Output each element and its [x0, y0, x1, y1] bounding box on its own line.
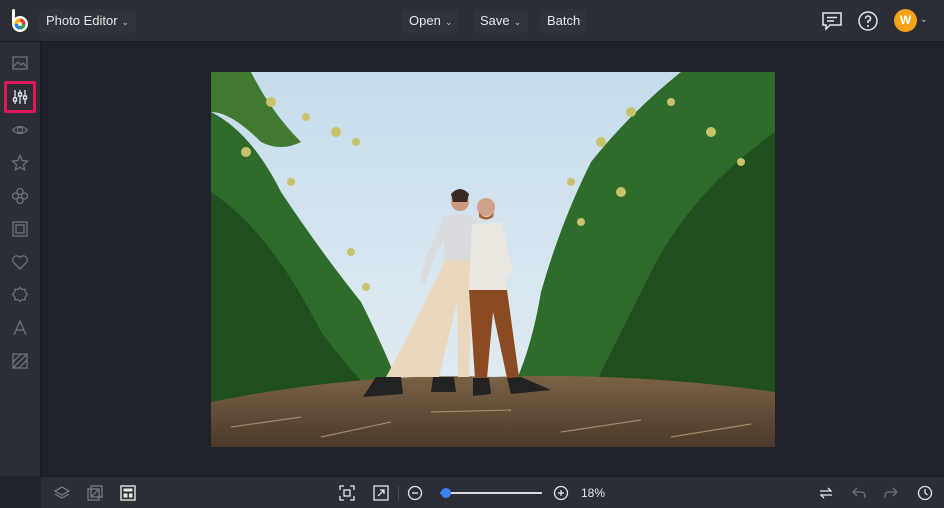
- text-icon: [13, 319, 27, 336]
- transparency-icon[interactable]: [87, 485, 103, 501]
- sidebar-item-texture[interactable]: [4, 345, 36, 377]
- chevron-down-icon[interactable]: ⌄: [920, 14, 928, 25]
- app-menu-label: Photo Editor: [46, 13, 118, 28]
- open-button[interactable]: Open ⌄: [402, 9, 460, 33]
- chevron-down-icon: ⌄: [121, 17, 130, 27]
- sidebar-item-overlays[interactable]: [4, 180, 36, 212]
- badge-icon: [11, 286, 29, 303]
- batch-button[interactable]: Batch: [540, 9, 588, 33]
- zoom-level: 18%: [581, 486, 606, 500]
- photo-editor-app: Photo Editor ⌄ Open ⌄ Save ⌄ Batch W ⌄ 1…: [0, 0, 944, 508]
- user-avatar[interactable]: W: [894, 9, 917, 32]
- layout-icon[interactable]: [120, 485, 136, 501]
- chevron-down-icon: ⌄: [513, 17, 522, 27]
- divider: [398, 486, 399, 500]
- sidebar-item-adjustments[interactable]: [4, 81, 36, 113]
- history-icon[interactable]: [917, 485, 933, 501]
- fit-to-screen-icon[interactable]: [339, 485, 355, 501]
- sidebar-item-text[interactable]: [4, 312, 36, 344]
- overlays-icon: [11, 187, 29, 205]
- tool-sidebar: [0, 42, 41, 476]
- editing-canvas[interactable]: [41, 42, 944, 476]
- sidebar-item-image[interactable]: [4, 47, 36, 79]
- top-bar: Photo Editor ⌄ Open ⌄ Save ⌄ Batch W ⌄: [0, 0, 944, 42]
- photo-image: [211, 72, 775, 447]
- batch-label: Batch: [547, 13, 581, 28]
- save-button[interactable]: Save ⌄: [473, 9, 529, 33]
- befunky-logo-icon[interactable]: [8, 8, 32, 34]
- app-menu-dropdown[interactable]: Photo Editor ⌄: [39, 9, 137, 33]
- adjustments-icon: [12, 90, 28, 104]
- sidebar-item-badge[interactable]: [4, 279, 36, 311]
- help-icon[interactable]: [856, 9, 880, 33]
- layers-icon[interactable]: [53, 485, 71, 501]
- zoom-slider[interactable]: [440, 488, 542, 498]
- avatar-initial: W: [899, 13, 912, 27]
- eye-icon: [11, 125, 29, 135]
- zoom-in-icon[interactable]: [553, 485, 569, 501]
- photo-preview[interactable]: [211, 72, 775, 447]
- zoom-out-icon[interactable]: [407, 485, 423, 501]
- save-label: Save: [480, 13, 510, 28]
- compare-icon[interactable]: [818, 485, 834, 501]
- sidebar-item-heart[interactable]: [4, 246, 36, 278]
- bottom-toolbar: 18%: [41, 476, 944, 508]
- undo-icon[interactable]: [851, 485, 867, 501]
- image-icon: [12, 56, 28, 70]
- heart-icon: [12, 255, 28, 270]
- chevron-down-icon: ⌄: [444, 17, 453, 27]
- sidebar-item-star[interactable]: [4, 147, 36, 179]
- feedback-icon[interactable]: [820, 9, 844, 33]
- expand-icon[interactable]: [373, 485, 389, 501]
- redo-icon[interactable]: [883, 485, 899, 501]
- zoom-slider-handle[interactable]: [441, 488, 451, 498]
- frame-icon: [12, 221, 28, 237]
- sidebar-item-eye[interactable]: [4, 114, 36, 146]
- sidebar-item-frame[interactable]: [4, 213, 36, 245]
- star-icon: [11, 154, 29, 172]
- texture-icon: [12, 353, 28, 369]
- open-label: Open: [409, 13, 441, 28]
